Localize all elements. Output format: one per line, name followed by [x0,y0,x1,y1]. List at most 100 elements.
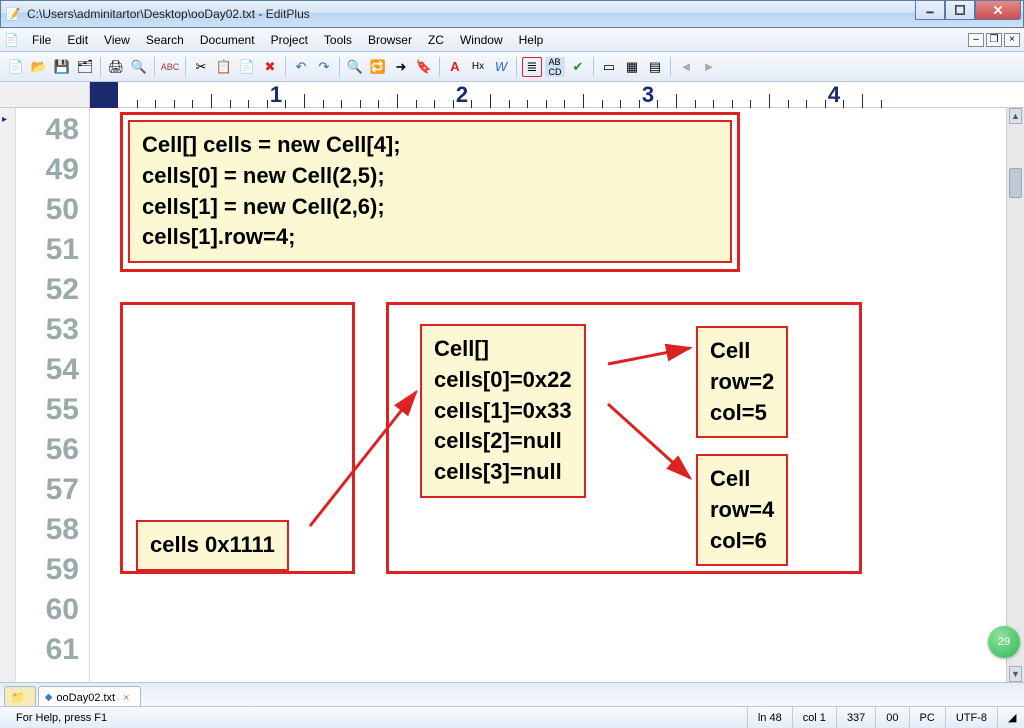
document-tab-label: ooDay02.txt [56,692,115,704]
scroll-up-icon[interactable]: ▲ [1009,108,1022,124]
menu-tools[interactable]: Tools [316,30,360,50]
menu-file[interactable]: File [24,30,59,50]
cut-icon[interactable]: ✂ [191,57,211,77]
undo-icon[interactable]: ↶ [291,57,311,77]
line-number: 60 [16,590,79,630]
check-icon[interactable]: ✔ [568,57,588,77]
status-resize-grip[interactable]: ◢ [998,707,1018,728]
status-help: For Help, press F1 [6,707,748,728]
document-tabs: 📁 ◆ ooDay02.txt × [0,682,1024,706]
status-sel: 00 [876,707,909,728]
doc-icon: 📄 [4,33,20,47]
font-a-icon[interactable]: A [445,57,465,77]
line-number: 61 [16,630,79,670]
toolbar-separator [339,57,340,77]
toolbar: 📄 📂 💾 🗂 🖨 🔍 ABC ✂ 📋 📄 ✖ ↶ ↷ 🔍 🔁 ➜ 🔖 A Hx… [0,52,1024,82]
line-number: 49 [16,150,79,190]
line-number: 52 [16,270,79,310]
stack-var-box: cells 0x1111 [136,520,289,571]
mdi-minimize-button[interactable]: – [968,33,984,47]
notification-badge[interactable]: 29 [988,626,1020,658]
bookmark-icon[interactable]: 🔖 [414,57,434,77]
toolbar-separator [285,57,286,77]
menu-zc[interactable]: ZC [420,30,452,50]
browser-fwd-icon[interactable]: ► [699,57,719,77]
status-chars: 337 [837,707,876,728]
array-box: Cell[] cells[0]=0x22 cells[1]=0x33 cells… [420,324,586,498]
cell-box-a: Cell row=2 col=5 [696,326,788,438]
cascade-icon[interactable]: ▤ [645,57,665,77]
menu-project[interactable]: Project [263,30,316,50]
menu-help[interactable]: Help [511,30,552,50]
ruler-number: 3 [642,82,654,108]
directory-tab[interactable]: 📁 [4,686,36,706]
spellcheck-icon[interactable]: ABC [160,57,180,77]
mdi-buttons: – ❐ × [968,33,1020,47]
menu-window[interactable]: Window [452,30,511,50]
mdi-restore-button[interactable]: ❐ [986,33,1002,47]
open-file-icon[interactable]: 📂 [29,57,49,77]
replace-icon[interactable]: 🔁 [368,57,388,77]
status-line: ln 48 [748,707,793,728]
window-icon[interactable]: ▭ [599,57,619,77]
tile-icon[interactable]: ▦ [622,57,642,77]
new-file-icon[interactable]: 📄 [6,57,26,77]
minimize-button[interactable] [915,1,945,20]
line-number: 53 [16,310,79,350]
copy-icon[interactable]: 📋 [214,57,234,77]
browser-back-icon[interactable]: ◄ [676,57,696,77]
bookmark-column[interactable]: ▸ [0,108,16,682]
hex-icon[interactable]: Hx [468,57,488,77]
menu-bar: 📄 File Edit View Search Document Project… [0,28,1024,52]
tab-close-icon[interactable]: × [123,692,129,704]
ruler: 1 2 3 4 [0,82,1024,108]
maximize-button[interactable] [945,1,975,20]
delete-icon[interactable]: ✖ [260,57,280,77]
vertical-scrollbar[interactable]: ▲ ▼ [1006,108,1024,682]
redo-icon[interactable]: ↷ [314,57,334,77]
print-icon[interactable]: 🖨 [106,57,126,77]
status-col: col 1 [793,707,837,728]
ruler-number: 4 [828,82,840,108]
document-tab[interactable]: ◆ ooDay02.txt × [38,686,141,706]
editor-area: ▸ 48 49 50 51 52 53 54 55 56 57 58 59 60… [0,108,1024,682]
scroll-thumb[interactable] [1009,168,1022,198]
wrap-icon[interactable]: W [491,57,511,77]
menu-browser[interactable]: Browser [360,30,420,50]
line-number: 58 [16,510,79,550]
mdi-close-button[interactable]: × [1004,33,1020,47]
find-icon[interactable]: 🔍 [345,57,365,77]
window-title: C:\Users\adminitartor\Desktop\ooDay02.tx… [27,7,1019,21]
save-all-icon[interactable]: 🗂 [75,57,95,77]
print-preview-icon[interactable]: 🔍 [129,57,149,77]
folder-icon: 📁 [11,691,25,704]
toolbar-separator [100,57,101,77]
menu-document[interactable]: Document [192,30,263,50]
line-number: 48 [16,110,79,150]
menu-view[interactable]: View [96,30,138,50]
editor-canvas[interactable]: Cell[] cells = new Cell[4]; cells[0] = n… [90,108,1006,682]
line-number: 55 [16,390,79,430]
ruler-number: 2 [456,82,468,108]
paste-icon[interactable]: 📄 [237,57,257,77]
save-icon[interactable]: 💾 [52,57,72,77]
toolbar-separator [670,57,671,77]
line-number: 59 [16,550,79,590]
ruler-number: 1 [270,82,282,108]
toolbar-separator [154,57,155,77]
goto-icon[interactable]: ➜ [391,57,411,77]
column-icon[interactable]: ABCD [545,57,565,77]
menu-edit[interactable]: Edit [59,30,96,50]
window-buttons [915,1,1021,20]
list-icon[interactable]: ≣ [522,57,542,77]
menu-search[interactable]: Search [138,30,192,50]
scroll-down-icon[interactable]: ▼ [1009,666,1022,682]
close-button[interactable] [975,1,1021,20]
line-number: 50 [16,190,79,230]
code-box: Cell[] cells = new Cell[4]; cells[0] = n… [128,120,732,263]
line-number: 51 [16,230,79,270]
cell-box-b: Cell row=4 col=6 [696,454,788,566]
status-platform: PC [910,707,946,728]
window-titlebar: 📝 C:\Users\adminitartor\Desktop\ooDay02.… [0,0,1024,28]
line-number: 56 [16,430,79,470]
